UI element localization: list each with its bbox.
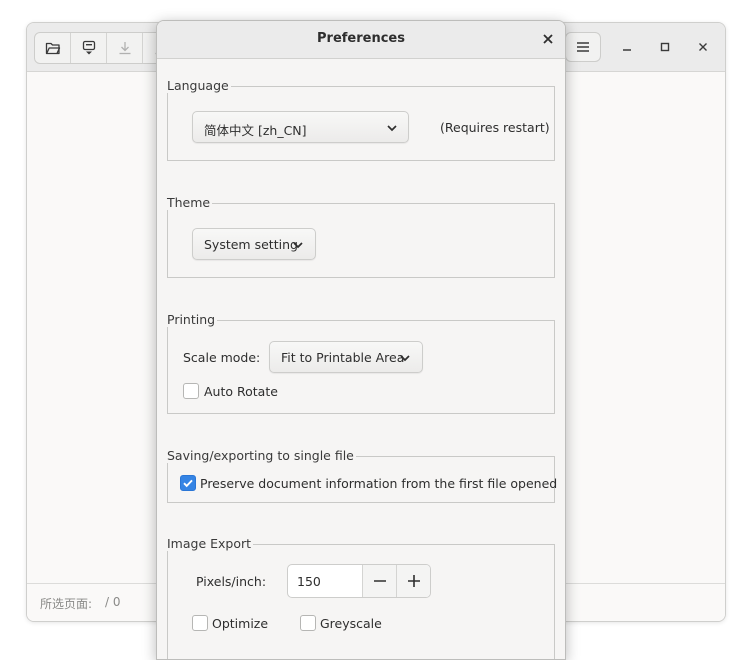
minimize-button[interactable] [617,37,637,57]
export-button[interactable] [107,33,143,63]
window-close-button[interactable] [693,37,713,57]
optimize-checkbox[interactable] [192,615,208,631]
ppi-value[interactable]: 150 [297,574,321,589]
close-icon [699,43,707,51]
language-dropdown[interactable]: 简体中文 [zh_CN] [192,111,409,143]
auto-rotate-checkbox[interactable] [183,383,199,399]
scale-mode-value: Fit to Printable Area [281,350,405,365]
plus-icon [408,575,420,587]
folder-open-icon [45,42,60,55]
language-section-label: Language [167,78,231,93]
dialog-title: Preferences [317,31,405,46]
maximize-icon [660,42,670,52]
optimize-label[interactable]: Optimize [212,616,268,631]
selected-pages-count: / 0 [105,595,121,609]
preferences-dialog: Preferences Language 简体中文 [zh_CN] (Requi… [156,20,566,660]
image-export-frame [167,544,555,659]
dialog-headerbar: Preferences [157,21,565,59]
ppi-spinbutton[interactable]: 150 [287,564,431,598]
requires-restart-note: (Requires restart) [440,120,550,135]
hamburger-menu-icon [577,42,589,52]
checkmark-icon [183,479,193,488]
close-icon [543,34,553,44]
ppi-decrement-button[interactable] [362,565,397,597]
theme-dropdown-value: System setting [204,237,298,252]
preserve-info-checkbox[interactable] [180,475,196,491]
image-export-section-label: Image Export [167,536,254,551]
theme-section-label: Theme [167,195,213,210]
chevron-down-icon [293,242,303,249]
chevron-down-icon [400,355,410,362]
auto-rotate-label[interactable]: Auto Rotate [204,384,278,399]
chevron-down-icon [387,125,397,132]
maximize-button[interactable] [655,37,675,57]
scale-mode-dropdown[interactable]: Fit to Printable Area [269,341,423,373]
language-dropdown-value: 简体中文 [zh_CN] [204,123,307,138]
save-button[interactable] [71,33,107,63]
ppi-increment-button[interactable] [396,565,430,597]
download-icon [119,42,130,55]
selected-pages-label: 所选页面: [40,597,93,611]
preserve-info-label[interactable]: Preserve document information from the f… [200,476,557,491]
save-icon [82,40,95,55]
printing-section-label: Printing [167,312,218,327]
minimize-icon [623,49,631,51]
main-menu-button[interactable] [565,32,601,62]
open-button[interactable] [35,33,71,63]
scale-mode-label: Scale mode: [183,350,261,365]
greyscale-checkbox[interactable] [300,615,316,631]
dialog-close-button[interactable] [539,30,557,48]
saving-section-label: Saving/exporting to single file [167,448,356,463]
ppi-label: Pixels/inch: [196,574,267,589]
minus-icon [374,580,386,582]
theme-dropdown[interactable]: System setting [192,228,316,260]
greyscale-label[interactable]: Greyscale [320,616,382,631]
